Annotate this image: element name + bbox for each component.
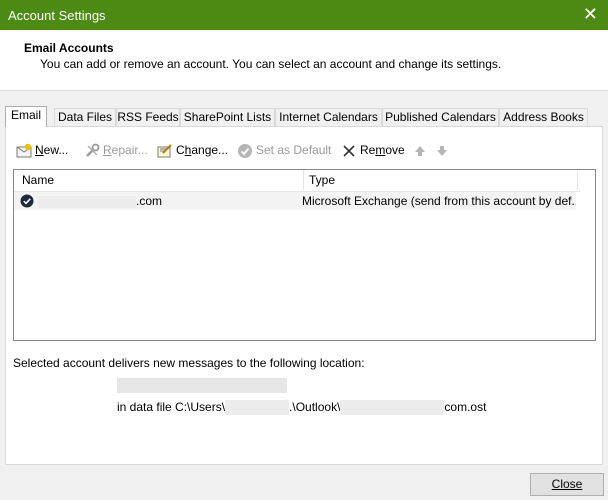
redacted-delivery-mailbox <box>117 378 287 393</box>
remove-button[interactable]: Remove <box>341 141 405 159</box>
tab-data-files[interactable]: Data Files <box>54 108 116 126</box>
redacted-file-name <box>340 400 445 416</box>
default-account-check-icon <box>20 192 36 210</box>
title-bar: Account Settings ✕ <box>0 0 608 30</box>
set-default-button[interactable]: Set as Default <box>237 141 331 159</box>
tab-published-calendars[interactable]: Published Calendars <box>382 108 499 126</box>
close-button[interactable]: Close <box>530 473 604 496</box>
tab-rss-feeds[interactable]: RSS Feeds <box>116 108 180 126</box>
redacted-account-name <box>38 195 136 208</box>
window-title: Account Settings <box>8 8 106 23</box>
data-file-path: in data file C:\Users\ .\Outlook\ com.ost <box>117 400 487 416</box>
tab-address-books[interactable]: Address Books <box>499 108 588 126</box>
redacted-username <box>225 400 290 416</box>
column-header-type[interactable]: Type <box>303 170 578 190</box>
delivery-location-label: Selected account delivers new messages t… <box>13 356 365 370</box>
header: Email Accounts You can add or remove an … <box>0 30 608 91</box>
account-type-cell: Microsoft Exchange (send from this accou… <box>302 194 576 208</box>
remove-x-icon <box>341 143 357 159</box>
move-up-button[interactable] <box>412 141 431 159</box>
close-window-icon[interactable]: ✕ <box>583 3 598 25</box>
column-header-name[interactable]: Name <box>14 170 304 190</box>
account-name-cell: .com <box>38 192 300 210</box>
section-subtitle: You can add or remove an account. You ca… <box>40 57 502 71</box>
move-up-arrow-icon <box>412 143 428 159</box>
repair-tools-icon <box>84 143 100 159</box>
move-down-arrow-icon <box>434 143 450 159</box>
tab-sharepoint-lists[interactable]: SharePoint Lists <box>180 108 275 126</box>
new-account-button[interactable]: New... <box>16 141 68 159</box>
set-default-check-icon <box>237 143 253 159</box>
change-account-icon <box>157 143 173 159</box>
new-account-icon <box>16 143 32 159</box>
accounts-list[interactable]: Name Type .com Microsoft Exchange (send … <box>13 169 596 341</box>
tab-email[interactable]: Email <box>5 106 47 127</box>
table-row[interactable]: .com Microsoft Exchange (send from this … <box>14 192 576 210</box>
repair-button[interactable]: Repair... <box>84 141 148 159</box>
section-title: Email Accounts <box>24 41 114 55</box>
change-account-button[interactable]: Change... <box>157 141 228 159</box>
tab-internet-calendars[interactable]: Internet Calendars <box>275 108 382 126</box>
move-down-button[interactable] <box>434 141 453 159</box>
